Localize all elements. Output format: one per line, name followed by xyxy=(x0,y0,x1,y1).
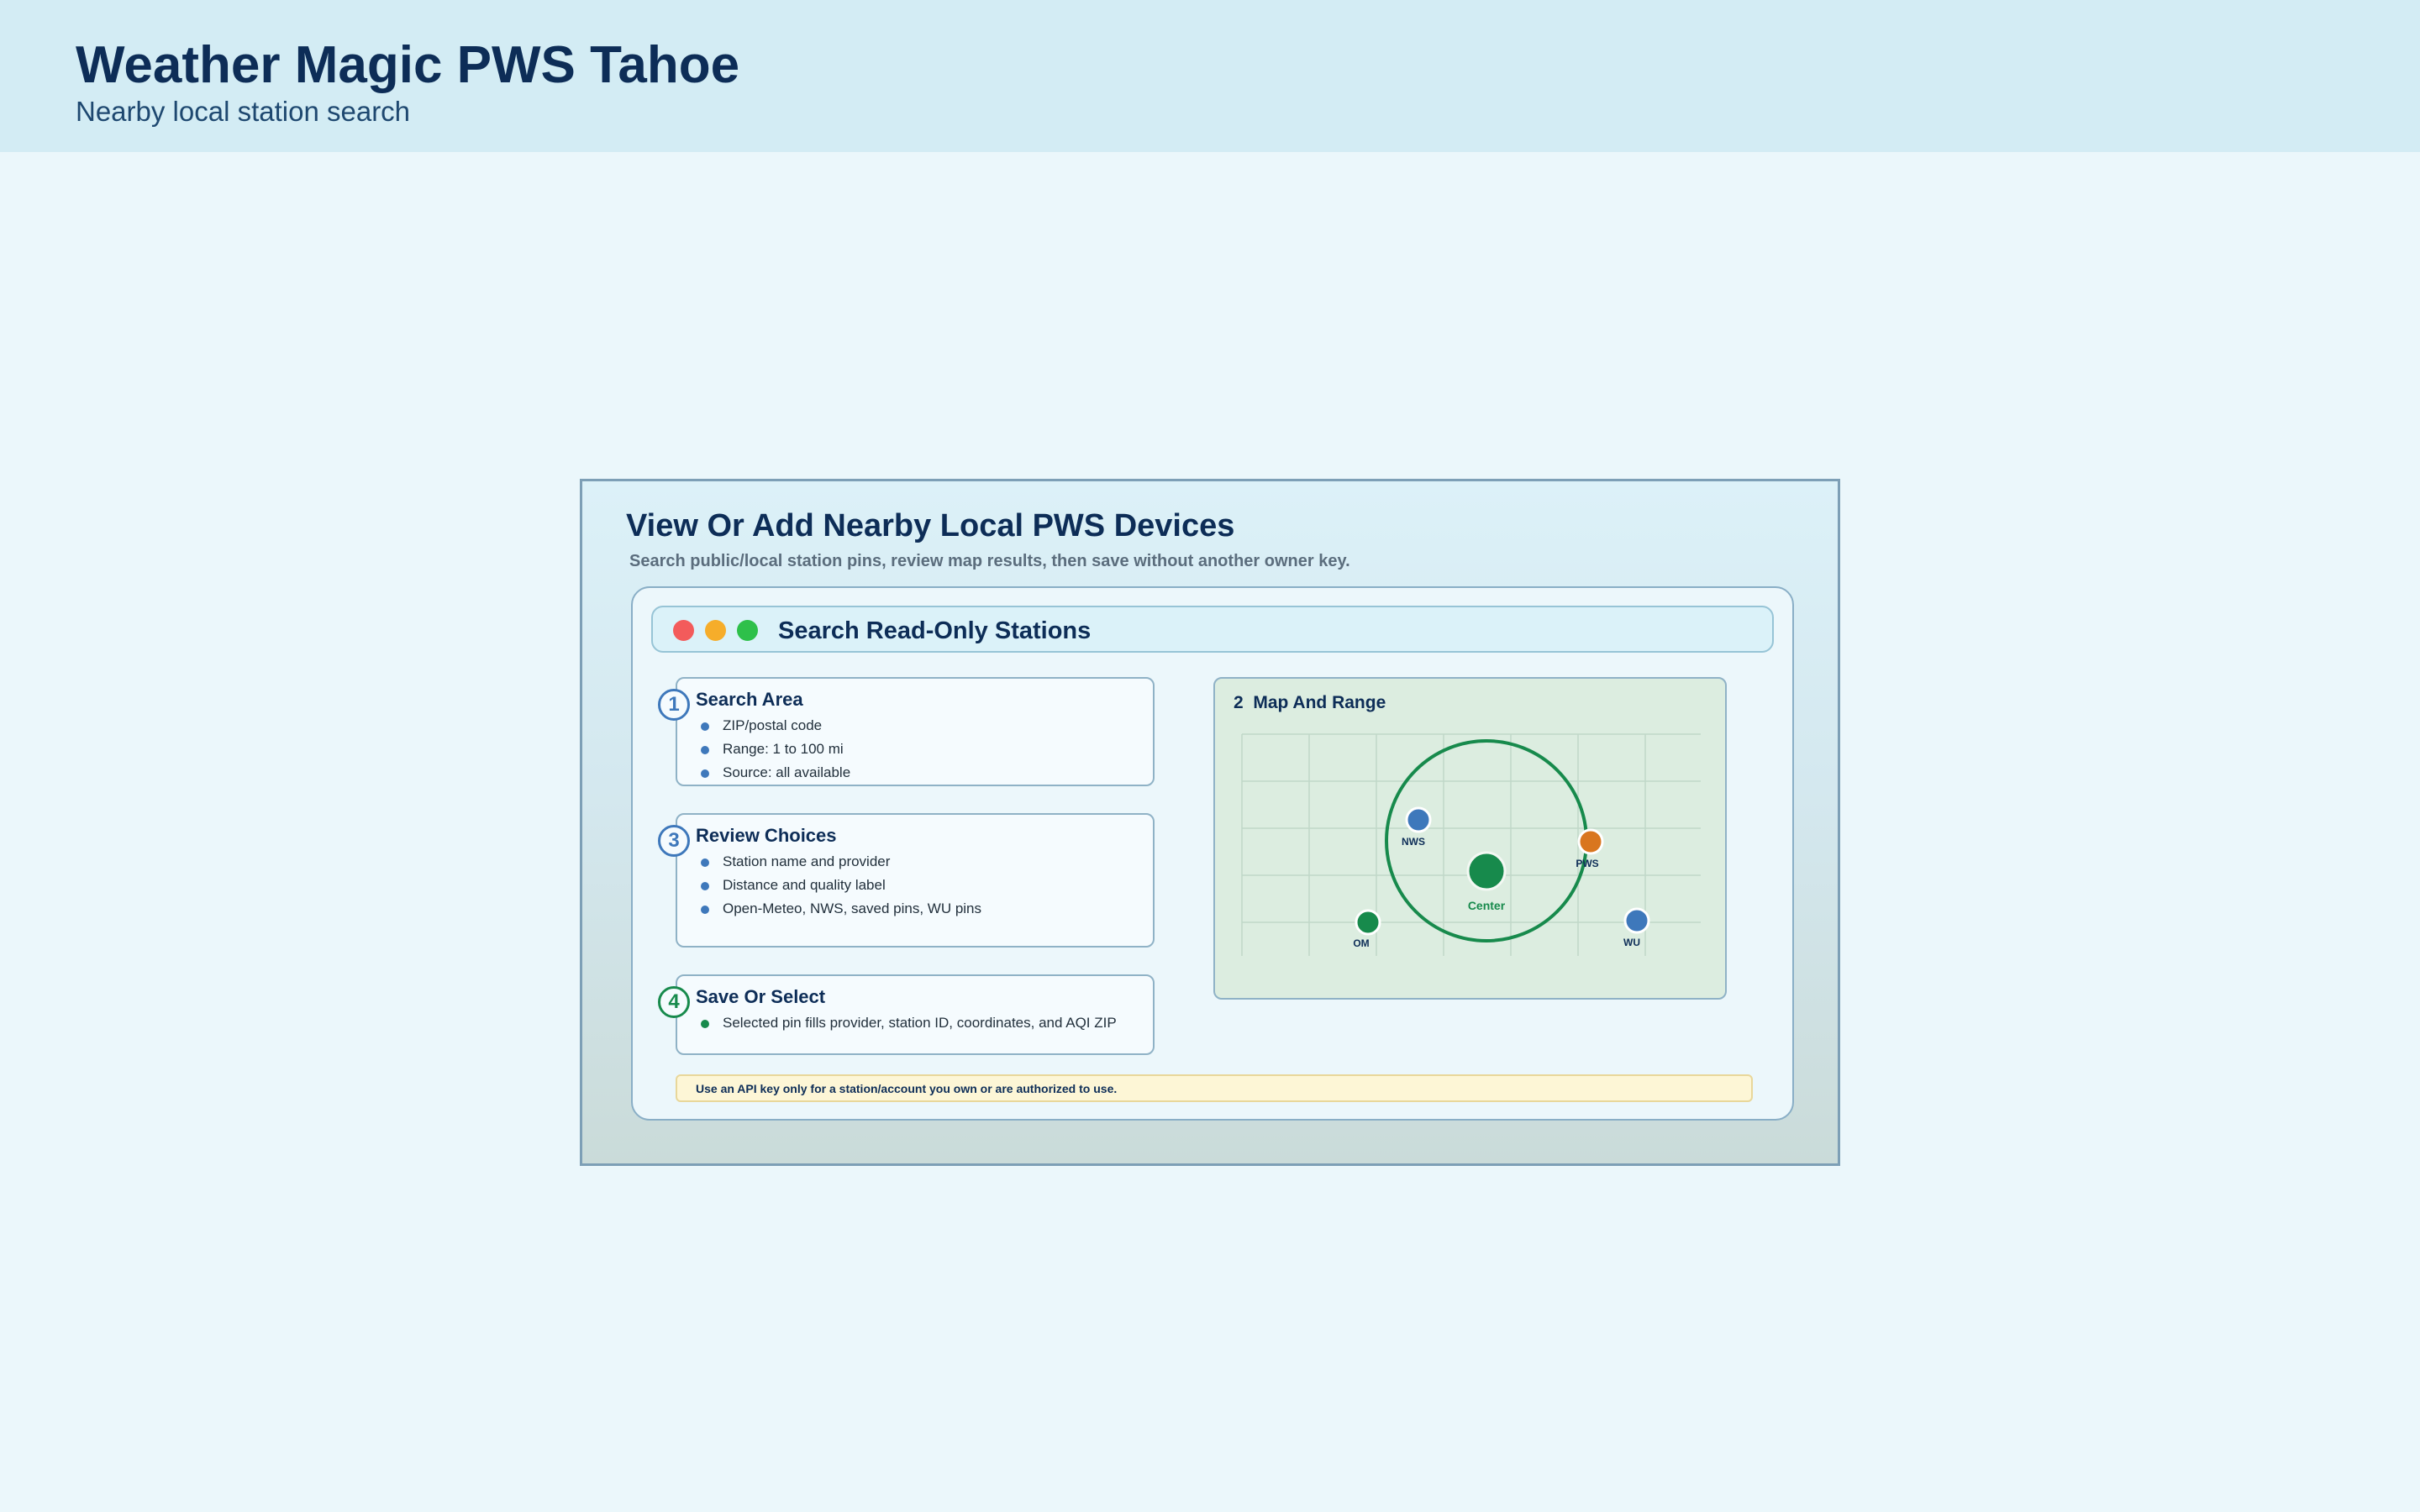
station-map[interactable]: Center NWS PWS OM WU xyxy=(1215,679,1725,998)
panel-subtitle: Search public/local station pins, review… xyxy=(629,552,1350,570)
bullet-icon xyxy=(701,722,709,731)
list-item-text: Source: all available xyxy=(723,764,851,780)
pin-label: OM xyxy=(1353,937,1369,949)
step-number-badge: 1 xyxy=(658,689,690,721)
minimize-icon[interactable] xyxy=(705,620,726,641)
step-title: Review Choices xyxy=(696,825,837,846)
pin-label: WU xyxy=(1623,937,1640,948)
step-number-badge: 4 xyxy=(658,986,690,1018)
panel-title: View Or Add Nearby Local PWS Devices xyxy=(626,508,1235,543)
step-card-search-area: 1 Search Area ZIP/postal code Range: 1 t… xyxy=(658,677,1155,786)
bullet-icon xyxy=(701,746,709,754)
bullet-icon xyxy=(701,906,709,914)
bullet-icon xyxy=(701,882,709,890)
station-pin-pws[interactable]: PWS xyxy=(1576,828,1604,869)
step-card-save-or-select: 4 Save Or Select Selected pin fills prov… xyxy=(658,974,1155,1055)
window-title: Search Read-Only Stations xyxy=(778,617,1092,644)
app-header: Weather Magic PWS Tahoe Nearby local sta… xyxy=(0,0,2420,152)
step-title: Search Area xyxy=(696,689,803,710)
step-card-review-choices: 3 Review Choices Station name and provid… xyxy=(658,813,1155,948)
api-key-notice: Use an API key only for a station/accoun… xyxy=(676,1074,1753,1102)
bullet-icon xyxy=(701,1020,709,1028)
center-label: Center xyxy=(1468,899,1506,912)
app-title: Weather Magic PWS Tahoe xyxy=(76,36,740,94)
station-pin-om[interactable]: OM xyxy=(1353,909,1381,949)
illustration-panel: View Or Add Nearby Local PWS Devices Sea… xyxy=(580,479,1840,1166)
window-titlebar: Search Read-Only Stations xyxy=(651,606,1774,653)
list-item-text: Open-Meteo, NWS, saved pins, WU pins xyxy=(723,900,982,916)
center-marker[interactable]: Center xyxy=(1466,851,1507,912)
map-card: 2 Map And Range Center NWS PWS OM WU xyxy=(1213,677,1727,1000)
list-item-text: ZIP/postal code xyxy=(723,717,823,733)
bullet-icon xyxy=(701,769,709,778)
list-item-text: Selected pin fills provider, station ID,… xyxy=(723,1015,1117,1031)
list-item-text: Distance and quality label xyxy=(723,877,886,893)
notice-text: Use an API key only for a station/accoun… xyxy=(696,1082,1118,1095)
list-item-text: Station name and provider xyxy=(723,853,891,869)
pin-label: NWS xyxy=(1402,836,1425,848)
pin-label: PWS xyxy=(1576,858,1598,869)
step-number-badge: 3 xyxy=(658,825,690,857)
maximize-icon[interactable] xyxy=(737,620,758,641)
app-subtitle: Nearby local station search xyxy=(76,96,411,127)
bullet-icon xyxy=(701,858,709,867)
list-item-text: Range: 1 to 100 mi xyxy=(723,741,844,757)
close-icon[interactable] xyxy=(673,620,694,641)
search-window: Search Read-Only Stations 1 Search Area … xyxy=(631,586,1794,1121)
step-title: Save Or Select xyxy=(696,986,826,1007)
